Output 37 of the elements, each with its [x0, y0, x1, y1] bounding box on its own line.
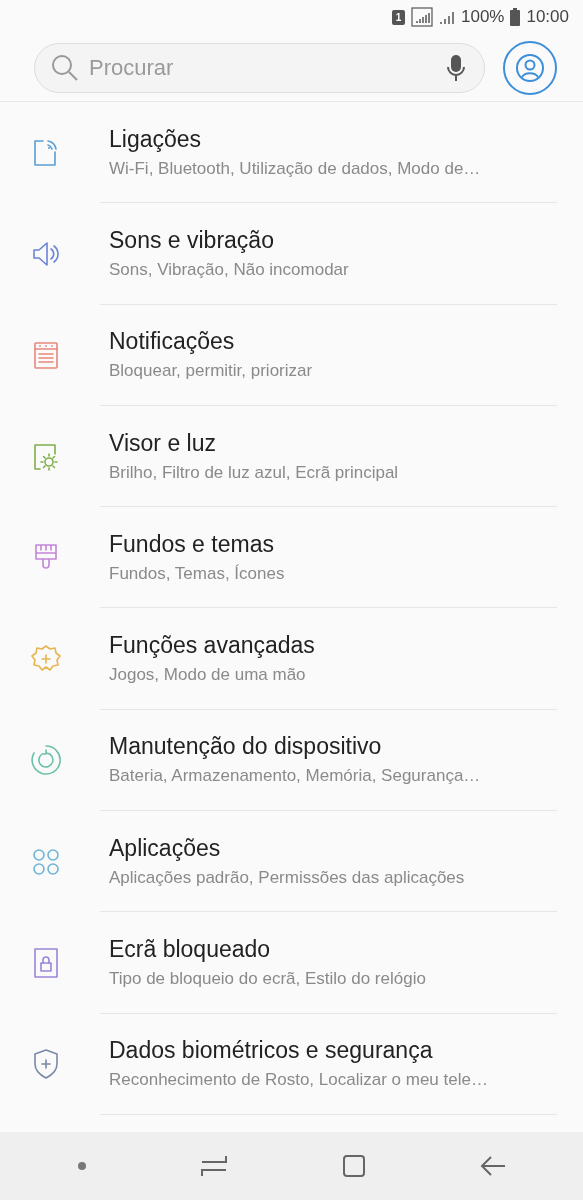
setting-summary: Bateria, Armazenamento, Memória, Segurança… [109, 766, 482, 787]
sim-indicator: 1 [391, 9, 405, 25]
battery-icon [510, 8, 521, 26]
search-icon [51, 53, 79, 82]
setting-title[interactable]: Funções avançadas [109, 632, 557, 660]
setting-summary: Tipo de bloqueio do ecrã, Estilo do relógio [109, 969, 427, 989]
setting-title[interactable]: Aplicações [109, 834, 557, 862]
search-input[interactable]: Procurar [87, 53, 438, 82]
back-icon[interactable] [479, 1155, 506, 1177]
home-icon[interactable] [341, 1154, 366, 1178]
refresh-circle-icon [28, 743, 63, 778]
setting-title[interactable]: Ligações [109, 125, 557, 153]
setting-title[interactable]: Fundos e temas [109, 530, 557, 558]
microphone-icon[interactable] [446, 53, 466, 82]
dot-icon[interactable] [77, 1161, 88, 1171]
setting-title[interactable]: Sons e vibração [109, 226, 557, 254]
search-field[interactable]: Procurar [34, 42, 485, 93]
setting-summary: Bloquear, permitir, priorizar [109, 361, 314, 382]
setting-summary: Wi-Fi, Bluetooth, Utilização de dados, Modo de… [109, 158, 482, 179]
setting-title[interactable]: Ecrã bloqueado [109, 936, 557, 963]
setting-summary: Brilho, Filtro de luz azul, Ecrã principal [109, 462, 400, 483]
battery-percentage: 100% [460, 7, 505, 27]
setting-summary: Sons, Vibração, Não incomodar [109, 259, 350, 280]
setting-summary: Reconhecimento de Rosto, Localizar o meu tele… [109, 1070, 489, 1091]
person-icon [515, 52, 545, 83]
setting-title[interactable]: Manutenção do dispositivo [109, 733, 557, 761]
signal-icon [410, 7, 433, 27]
signal-icon [438, 9, 455, 25]
recents-icon[interactable] [201, 1155, 228, 1177]
setting-summary: Aplicações padrão, Permissões das aplicações [109, 867, 466, 888]
clock: 10:00 [526, 7, 569, 27]
profile-button[interactable] [503, 40, 557, 95]
setting-summary: Jogos, Modo de uma mão [109, 665, 307, 686]
setting-title[interactable]: Dados biométricos e segurança [109, 1037, 557, 1065]
setting-summary: Fundos, Temas, Ícones [109, 563, 286, 584]
setting-title[interactable]: Notificações [109, 328, 557, 356]
setting-title[interactable]: Visor e luz [109, 429, 557, 457]
